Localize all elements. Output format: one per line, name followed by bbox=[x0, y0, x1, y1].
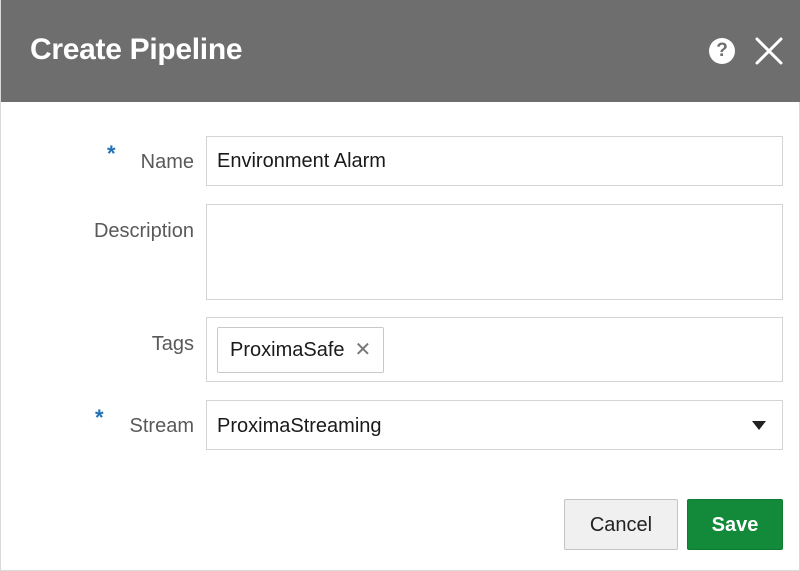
name-field[interactable] bbox=[206, 136, 783, 186]
tags-field[interactable]: ProximaSafe ✕ bbox=[206, 317, 783, 382]
dialog-title: Create Pipeline bbox=[30, 33, 243, 66]
stream-label: Stream bbox=[129, 415, 194, 437]
remove-tag-icon[interactable]: ✕ bbox=[355, 340, 372, 360]
create-pipeline-dialog: Create Pipeline ? * Name Description Tag… bbox=[0, 0, 800, 571]
tags-label: Tags bbox=[151, 333, 194, 355]
tag-chip-label: ProximaSafe bbox=[230, 338, 345, 361]
dropdown-arrow-icon[interactable] bbox=[752, 421, 766, 430]
stream-select[interactable]: ProximaStreaming bbox=[206, 400, 783, 450]
cancel-button[interactable]: Cancel bbox=[564, 499, 678, 550]
stream-selected-value: ProximaStreaming bbox=[217, 415, 382, 437]
name-input[interactable] bbox=[207, 137, 782, 185]
close-icon[interactable] bbox=[754, 36, 784, 66]
question-circle-icon[interactable]: ? bbox=[709, 38, 735, 64]
save-button[interactable]: Save bbox=[687, 499, 783, 550]
description-label: Description bbox=[93, 220, 194, 242]
dialog-header: Create Pipeline ? bbox=[1, 0, 800, 102]
name-label: Name bbox=[140, 151, 194, 173]
description-field[interactable] bbox=[206, 204, 783, 300]
description-input[interactable] bbox=[207, 205, 782, 299]
tag-chip: ProximaSafe ✕ bbox=[217, 327, 385, 373]
